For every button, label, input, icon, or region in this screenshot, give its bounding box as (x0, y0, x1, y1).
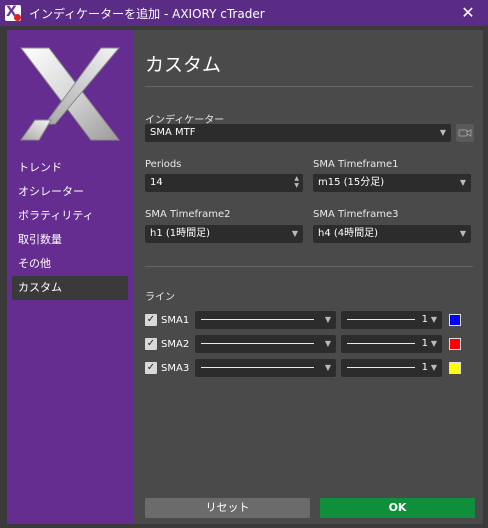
chevron-down-icon: ▼ (459, 229, 466, 238)
tf1-value: m15 (15分足) (318, 177, 385, 188)
sma3-line-width-select[interactable]: 1 ▼ (341, 359, 442, 377)
sma3-label: SMA3 (161, 363, 190, 374)
main-panel: カスタム インディケーター SMA MTF ▼ Periods 14 ▲ ▼ SM… (133, 30, 483, 524)
spinner-arrows-icon[interactable]: ▲ ▼ (294, 175, 299, 189)
chevron-down-icon: ▼ (324, 315, 331, 324)
lines-section-label: ライン (145, 292, 175, 303)
line-width-preview (347, 319, 415, 320)
line-style-preview (201, 343, 314, 344)
camera-icon-button[interactable] (456, 124, 474, 142)
sma1-checkbox[interactable]: ✓ (145, 314, 157, 326)
sma1-color-swatch[interactable] (449, 314, 461, 326)
periods-input[interactable]: 14 ▲ ▼ (145, 174, 303, 192)
line-style-preview (201, 319, 314, 320)
close-button[interactable]: ✕ (458, 3, 478, 23)
nav-item-other[interactable]: その他 (12, 252, 128, 276)
line-style-preview (201, 367, 314, 368)
chevron-down-icon: ▼ (324, 363, 331, 372)
title-divider (145, 86, 473, 87)
periods-value: 14 (150, 177, 163, 188)
nav-item-custom[interactable]: カスタム (12, 276, 128, 300)
tf3-select[interactable]: h4 (4時間足) ▼ (313, 225, 471, 243)
tf3-value: h4 (4時間足) (318, 228, 379, 239)
line-width-preview (347, 343, 415, 344)
chevron-down-icon: ▼ (430, 315, 437, 324)
nav-item-volume[interactable]: 取引数量 (12, 228, 128, 252)
tf3-label: SMA Timeframe3 (313, 209, 399, 220)
chevron-down-icon: ▼ (459, 178, 466, 187)
ok-button[interactable]: OK (320, 498, 475, 518)
sma2-color-swatch[interactable] (449, 338, 461, 350)
tf1-label: SMA Timeframe1 (313, 159, 399, 170)
page-title: カスタム (145, 54, 222, 76)
sma3-checkbox[interactable]: ✓ (145, 362, 157, 374)
camera-icon (458, 129, 472, 137)
category-nav: トレンド オシレーター ボラティリティ 取引数量 その他 カスタム (12, 156, 128, 300)
app-logo-icon: X (5, 5, 21, 21)
sma2-line-style-select[interactable]: ▼ (195, 335, 336, 353)
tf2-value: h1 (1時間足) (150, 228, 211, 239)
sma1-label: SMA1 (161, 315, 190, 326)
sma1-line-style-select[interactable]: ▼ (195, 311, 336, 329)
tf1-select[interactable]: m15 (15分足) ▼ (313, 174, 471, 192)
nav-item-oscillator[interactable]: オシレーター (12, 180, 128, 204)
indicator-value: SMA MTF (150, 127, 196, 138)
nav-item-volatility[interactable]: ボラティリティ (12, 204, 128, 228)
chevron-down-icon: ▼ (324, 339, 331, 348)
tf2-select[interactable]: h1 (1時間足) ▼ (145, 225, 303, 243)
periods-label: Periods (145, 159, 182, 170)
reset-button[interactable]: リセット (145, 498, 310, 518)
window-title: インディケーターを追加 - AXIORY cTrader (29, 6, 265, 21)
sma3-color-swatch[interactable] (449, 362, 461, 374)
sma1-width-value: 1 (421, 314, 428, 325)
nav-item-trend[interactable]: トレンド (12, 156, 128, 180)
sma2-checkbox[interactable]: ✓ (145, 338, 157, 350)
indicator-select[interactable]: SMA MTF ▼ (145, 124, 451, 142)
tf2-label: SMA Timeframe2 (145, 209, 231, 220)
line-width-preview (347, 367, 415, 368)
chevron-down-icon: ▼ (291, 229, 298, 238)
sma2-width-value: 1 (421, 338, 428, 349)
sma2-label: SMA2 (161, 339, 190, 350)
chevron-down-icon: ▼ (430, 339, 437, 348)
sma3-line-style-select[interactable]: ▼ (195, 359, 336, 377)
sma3-width-value: 1 (421, 362, 428, 373)
sidebar: トレンド オシレーター ボラティリティ 取引数量 その他 カスタム (7, 30, 133, 524)
chevron-down-icon: ▼ (439, 128, 446, 137)
sma2-line-width-select[interactable]: 1 ▼ (341, 335, 442, 353)
sma1-line-width-select[interactable]: 1 ▼ (341, 311, 442, 329)
axiory-logo-icon (19, 47, 121, 141)
lines-divider (145, 266, 473, 267)
title-bar: X インディケーターを追加 - AXIORY cTrader ✕ (0, 0, 488, 26)
chevron-down-icon: ▼ (430, 363, 437, 372)
